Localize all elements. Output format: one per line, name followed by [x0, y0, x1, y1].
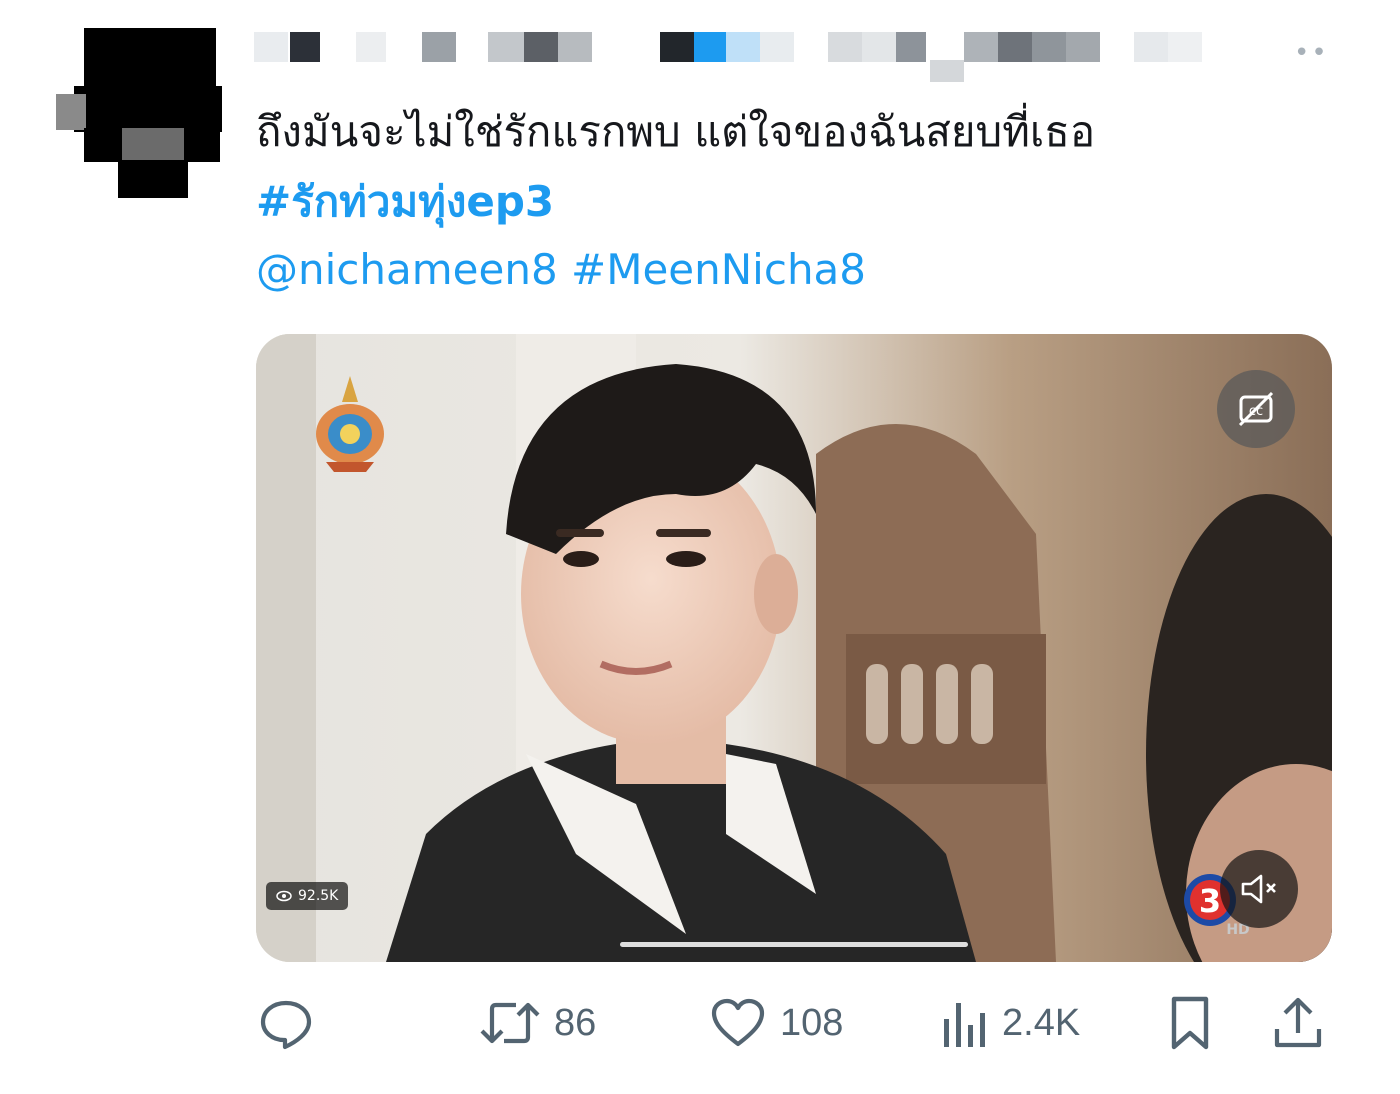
closed-captions-off-icon: cc	[1238, 391, 1274, 427]
more-options-icon[interactable]: ••	[1294, 38, 1329, 68]
bookmark-icon	[1171, 996, 1209, 1050]
video-player[interactable]: cc 92.5K 3 HD	[256, 334, 1332, 962]
analytics-icon	[944, 1003, 985, 1047]
retweet-icon	[480, 1002, 540, 1044]
heart-icon	[711, 998, 765, 1047]
mute-button[interactable]	[1220, 850, 1298, 928]
closed-captions-button[interactable]: cc	[1217, 370, 1295, 448]
tweet-text: ถึงมันจะไม่ใช่รักแรกพบ แต่ใจของฉันสยบที่…	[256, 107, 1096, 156]
views-badge: 92.5K	[266, 882, 349, 910]
view-count: 92.5K	[298, 888, 339, 904]
reply-button[interactable]	[258, 988, 328, 1058]
share-icon	[1274, 997, 1322, 1048]
reply-icon	[260, 1000, 312, 1050]
hashtag-link[interactable]: #รักท่วมทุ่งep3	[256, 172, 554, 232]
video-frame	[256, 334, 1332, 962]
views-button[interactable]: 2.4K	[942, 988, 1080, 1058]
speaker-muted-icon	[1241, 874, 1276, 904]
bookmark-button[interactable]	[1168, 988, 1212, 1058]
eye-icon	[276, 890, 292, 902]
author-name-pixelated[interactable]	[250, 24, 1250, 88]
mention-link[interactable]: @nichameen8	[256, 245, 558, 294]
svg-text:3: 3	[1199, 882, 1221, 920]
video-progress-bar[interactable]	[620, 942, 968, 947]
action-bar: 86 108 2.4K	[256, 988, 1332, 1058]
retweet-button[interactable]: 86	[480, 988, 596, 1058]
views-count: 2.4K	[1002, 1001, 1081, 1044]
hashtag-link-2[interactable]: #MeenNicha8	[571, 245, 866, 294]
avatar[interactable]	[56, 28, 222, 198]
royal-emblem-logo	[316, 376, 384, 472]
svg-text:cc: cc	[1249, 404, 1263, 419]
share-button[interactable]	[1272, 988, 1324, 1058]
mention-line: @nichameen8 #MeenNicha8	[256, 240, 866, 300]
like-button[interactable]: 108	[710, 988, 843, 1058]
retweet-count: 86	[554, 1001, 597, 1044]
like-count: 108	[780, 1001, 844, 1044]
